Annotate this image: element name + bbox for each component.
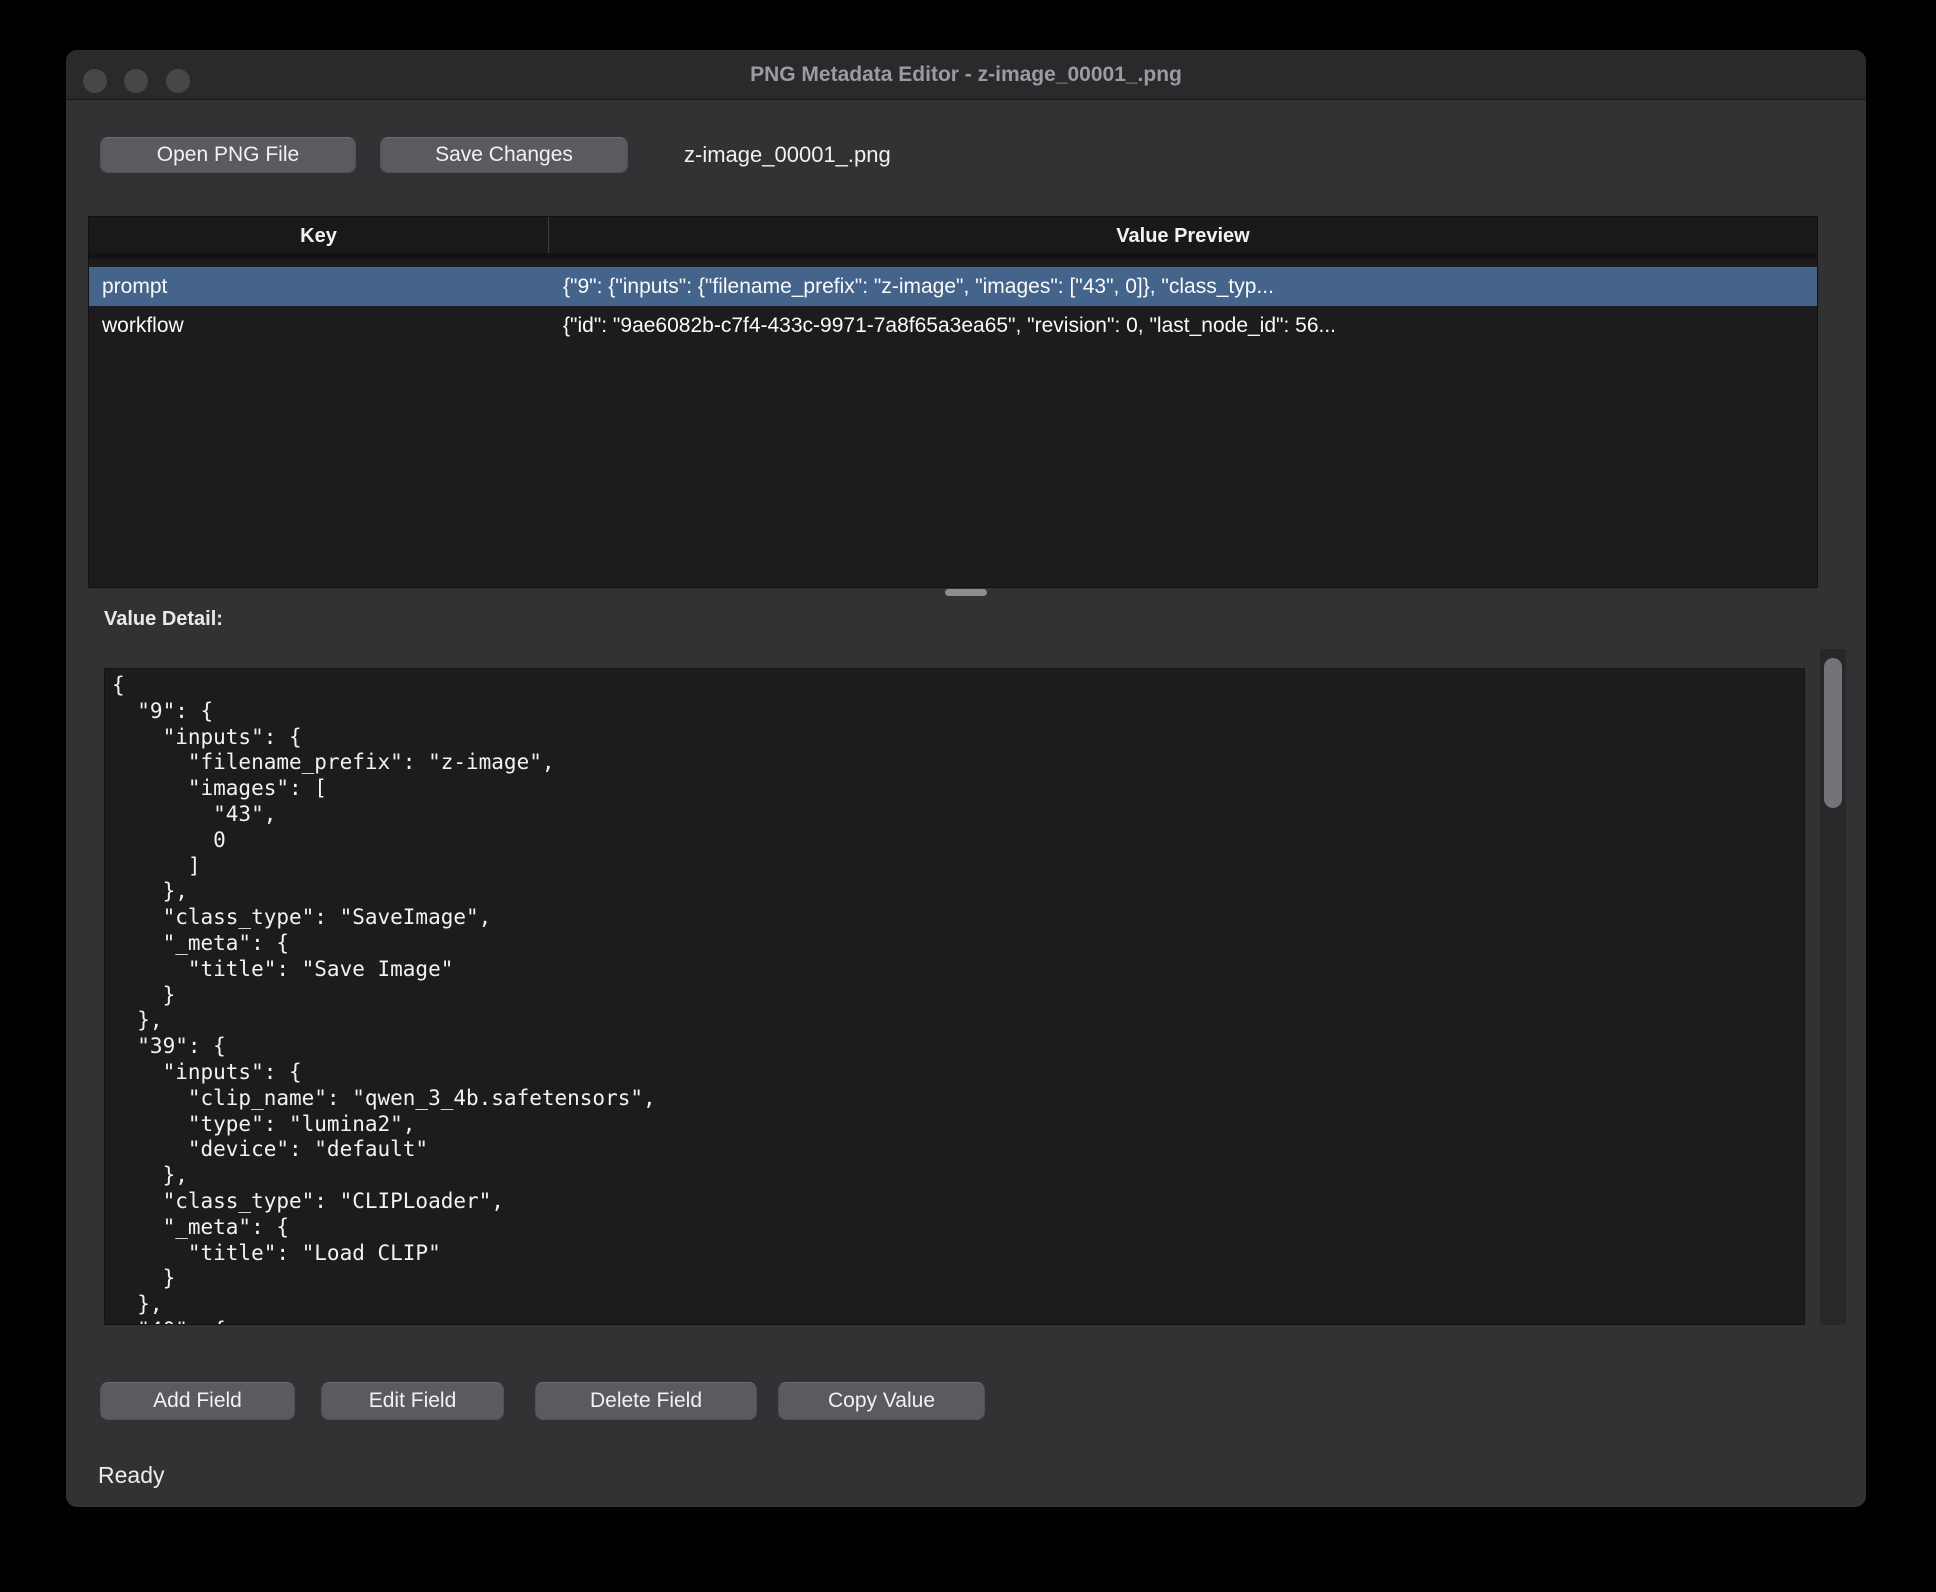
delete-field-button[interactable]: Delete Field — [535, 1382, 757, 1420]
scrollbar-track[interactable] — [1820, 649, 1846, 1325]
title-bar: PNG Metadata Editor - z-image_00001_.png — [66, 50, 1866, 100]
scrollbar-thumb[interactable] — [1824, 658, 1842, 808]
open-png-file-button[interactable]: Open PNG File — [100, 137, 356, 173]
copy-value-button[interactable]: Copy Value — [778, 1382, 985, 1420]
row-key: workflow — [89, 314, 549, 338]
column-header-value-preview[interactable]: Value Preview — [549, 217, 1817, 253]
row-value-preview: {"id": "9ae6082b-c7f4-433c-9971-7a8f65a3… — [549, 314, 1817, 338]
save-changes-button[interactable]: Save Changes — [380, 137, 628, 173]
edit-field-button[interactable]: Edit Field — [321, 1382, 504, 1420]
window-title: PNG Metadata Editor - z-image_00001_.png — [66, 50, 1866, 100]
table-row-workflow[interactable]: workflow {"id": "9ae6082b-c7f4-433c-9971… — [89, 306, 1817, 345]
column-header-key[interactable]: Key — [89, 217, 549, 253]
row-key: prompt — [89, 275, 549, 299]
value-detail-textarea[interactable]: { "9": { "inputs": { "filename_prefix": … — [104, 668, 1805, 1325]
value-detail-content: { "9": { "inputs": { "filename_prefix": … — [105, 669, 1804, 1325]
table-row-prompt[interactable]: prompt {"9": {"inputs": {"filename_prefi… — [89, 267, 1817, 306]
table-header: Key Value Preview — [89, 217, 1817, 259]
splitter-handle[interactable] — [945, 589, 987, 596]
add-field-button[interactable]: Add Field — [100, 1382, 295, 1420]
status-text: Ready — [98, 1462, 164, 1489]
value-detail-label: Value Detail: — [104, 608, 223, 631]
metadata-table: Key Value Preview prompt {"9": {"inputs"… — [88, 216, 1818, 588]
row-value-preview: {"9": {"inputs": {"filename_prefix": "z-… — [549, 275, 1817, 299]
app-window: PNG Metadata Editor - z-image_00001_.png… — [66, 50, 1866, 1507]
current-filename-label: z-image_00001_.png — [684, 137, 891, 173]
